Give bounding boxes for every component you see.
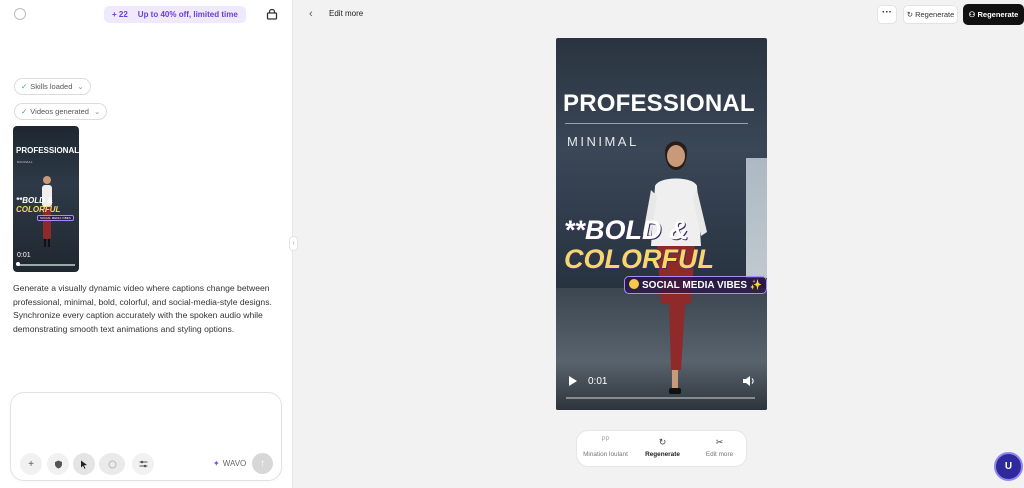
- video-thumbnail[interactable]: PROFESSIONAL MINIMAL **BOLD & COLORFUL S…: [13, 126, 79, 272]
- video-time: 0:01: [588, 376, 608, 387]
- title-underline: [565, 123, 748, 124]
- chevron-down-icon: ⌄: [93, 107, 101, 116]
- thumb-bold-caption: **BOLD & COLORFUL: [16, 196, 60, 214]
- chevron-left-icon[interactable]: ‹: [309, 8, 313, 20]
- avatar[interactable]: U: [994, 452, 1023, 481]
- model-selector[interactable]: ✦ WAVO: [213, 459, 246, 468]
- step-label: Skills loaded: [30, 82, 73, 91]
- thumb-time: 0:01: [17, 252, 31, 259]
- thumb-badge: SOCIAL MEDIA VIBES: [37, 215, 74, 221]
- action-regenerate[interactable]: ↻ Regenerate: [634, 431, 691, 468]
- regenerate-label: Regenerate: [915, 10, 955, 19]
- video-subtitle-caption: MINIMAL: [567, 134, 639, 149]
- prompt-description: Generate a visually dynamic video where …: [13, 283, 272, 335]
- promo-banner[interactable]: + 22 Up to 40% off, limited time: [104, 6, 246, 23]
- action-label: Edit more: [705, 451, 734, 458]
- plus-icon[interactable]: +: [20, 453, 42, 475]
- badge-text: SOCIAL MEDIA VIBES ✨: [642, 280, 763, 291]
- collapse-panel-button[interactable]: ›: [289, 236, 298, 251]
- page-title: Edit more: [329, 9, 364, 18]
- message-composer[interactable]: + ✦ WAVO ↑: [10, 392, 282, 481]
- regenerate-primary-button[interactable]: ⚇ Regenerate: [963, 4, 1024, 25]
- promo-count: + 22: [112, 10, 128, 19]
- thumb-title: PROFESSIONAL: [16, 146, 79, 155]
- shield-icon[interactable]: [47, 453, 69, 475]
- circle-icon[interactable]: [99, 453, 125, 475]
- step-skills-loaded[interactable]: ✓ Skills loaded ⌄: [14, 78, 91, 95]
- regenerate-primary-label: Regenerate: [977, 10, 1019, 19]
- social-media-badge: SOCIAL MEDIA VIBES ✨: [624, 276, 767, 294]
- more-options-button[interactable]: ···: [877, 5, 897, 24]
- refresh-icon: ↻: [658, 437, 667, 447]
- chevron-down-icon: ⌄: [77, 82, 84, 91]
- cart-icon[interactable]: [266, 9, 278, 20]
- thumb-subtitle: MINIMAL: [17, 160, 34, 164]
- check-icon: ✓: [21, 107, 28, 116]
- video-title-caption: PROFESSIONAL: [563, 90, 755, 117]
- action-label: Regenerate: [645, 451, 680, 458]
- thumb-bold-line1: **BOLD &: [16, 196, 53, 205]
- promo-text: Up to 40% off, limited time: [137, 10, 238, 19]
- action-mination[interactable]: PP Mination loulant: [577, 431, 634, 468]
- action-label: Mination loulant: [583, 451, 628, 458]
- step-label: Videos generated: [30, 107, 89, 116]
- scissors-icon: ✂: [715, 437, 724, 447]
- action-edit-more[interactable]: ✂ Edit more: [691, 431, 748, 468]
- video-progress-bar[interactable]: [566, 397, 755, 399]
- bold-caption-line2: COLORFUL: [564, 244, 714, 274]
- background-window: [746, 158, 767, 278]
- smile-emoji-icon: [629, 279, 639, 289]
- check-icon: ✓: [21, 82, 28, 91]
- regenerate-button[interactable]: ↻ Regenerate: [903, 5, 958, 24]
- cursor-icon[interactable]: [73, 453, 95, 475]
- refresh-icon: ↻: [906, 10, 913, 19]
- thumb-progress: [17, 264, 75, 266]
- bold-caption-line1: **BOLD &: [564, 215, 689, 245]
- action-bar: PP Mination loulant ↻ Regenerate ✂ Edit …: [576, 430, 747, 467]
- thumb-bold-line2: COLORFUL: [16, 205, 61, 214]
- thumb-progress-handle: [16, 262, 20, 266]
- play-icon[interactable]: [568, 375, 578, 387]
- sparkle-icon: ✦: [213, 459, 220, 468]
- volume-icon[interactable]: [742, 375, 755, 387]
- chat-panel: + 22 Up to 40% off, limited time ✓ Skills …: [0, 0, 293, 488]
- bold-colorful-caption: **BOLD & COLORFUL: [564, 216, 714, 274]
- video-player[interactable]: PROFESSIONAL MINIMAL **BOLD & COLORFUL S…: [556, 38, 767, 410]
- circle-logo-icon[interactable]: [14, 8, 26, 20]
- model-label: WAVO: [222, 459, 247, 468]
- sliders-icon[interactable]: [132, 453, 154, 475]
- arrow-up-icon[interactable]: ↑: [252, 453, 273, 474]
- pp-icon: PP: [601, 437, 610, 443]
- step-videos-generated[interactable]: ✓ Videos generated ⌄: [14, 103, 108, 120]
- user-icon: ⚇: [968, 10, 976, 19]
